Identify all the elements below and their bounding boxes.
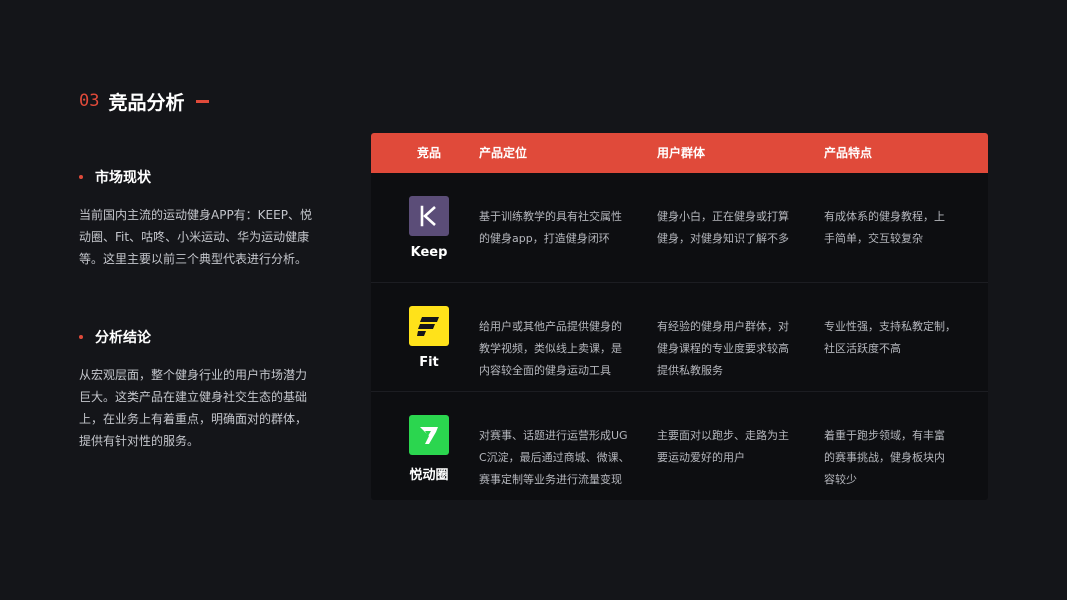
text-line: 动圈、Fit、咕咚、小米运动、华为运动健康 — [79, 230, 310, 244]
analysis-conclusion-text: 从宏观层面，整个健身行业的用户市场潜力 巨大。这类产品在建立健身社交生态的基础 … — [79, 364, 339, 452]
text-line: 从宏观层面，整个健身行业的用户市场潜力 — [79, 368, 308, 382]
column-header-positioning: 产品定位 — [479, 146, 528, 160]
brand-name: Keep — [410, 245, 448, 260]
cell-line: 教学视频，类似线上卖课，是 — [479, 342, 622, 355]
users-cell: 健身小白，正在健身或打算 健身，对健身知识了解不多 — [657, 206, 805, 250]
features-cell: 专业性强，支持私教定制， 社区活跃度不高 — [824, 316, 964, 360]
text-line: 当前国内主流的运动健身APP有：KEEP、悦 — [79, 208, 312, 222]
column-header-users: 用户群体 — [657, 146, 706, 160]
cell-line: 内容较全面的健身运动工具 — [479, 364, 611, 377]
positioning-cell: 基于训练教学的具有社交属性 的健身app，打造健身闭环 — [479, 206, 639, 250]
table-header: 竞品 产品定位 用户群体 产品特点 — [371, 133, 988, 173]
table-row: Keep 基于训练教学的具有社交属性 的健身app，打造健身闭环 健身小白，正在… — [371, 173, 988, 282]
slide: 03 竞品分析 市场现状 当前国内主流的运动健身APP有：KEEP、悦 动圈、F… — [0, 0, 1067, 600]
cell-line: 着重于跑步领域，有丰富 — [824, 429, 945, 442]
market-status-heading: 市场现状 — [79, 166, 339, 188]
positioning-cell: 给用户或其他产品提供健身的 教学视频，类似线上卖课，是 内容较全面的健身运动工具 — [479, 316, 639, 382]
brand-name: 悦动圈 — [409, 468, 449, 483]
positioning-cell: 对赛事、话题进行运营形成UG C沉淀，最后通过商城、微课、 赛事定制等业务进行流… — [479, 425, 639, 491]
users-cell: 主要面对以跑步、走路为主 要运动爱好的用户 — [657, 425, 805, 469]
text-line: 等。这里主要以前三个典型代表进行分析。 — [79, 252, 308, 266]
cell-line: 手简单，交互较复杂 — [824, 232, 923, 245]
cell-line: 赛事定制等业务进行流量变现 — [479, 473, 622, 486]
text-line: 巨大。这类产品在建立健身社交生态的基础 — [79, 390, 308, 404]
analysis-conclusion-title: 分析结论 — [95, 330, 151, 346]
cell-line: 给用户或其他产品提供健身的 — [479, 320, 622, 333]
cell-line: 有经验的健身用户群体，对 — [657, 320, 789, 333]
brand-cell: Keep — [407, 196, 451, 260]
cell-line: C沉淀，最后通过商城、微课、 — [479, 451, 630, 464]
cell-line: 健身小白，正在健身或打算 — [657, 210, 789, 223]
market-status-text: 当前国内主流的运动健身APP有：KEEP、悦 动圈、Fit、咕咚、小米运动、华为… — [79, 204, 339, 270]
cell-line: 要运动爱好的用户 — [657, 451, 745, 464]
section-number: 03 — [79, 91, 100, 111]
cell-line: 专业性强，支持私教定制， — [824, 320, 956, 333]
brand-name: Fit — [419, 355, 439, 370]
column-header-product: 竞品 — [417, 146, 442, 160]
users-cell: 有经验的健身用户群体，对 健身课程的专业度要求较高 提供私教服务 — [657, 316, 805, 382]
brand-cell: 悦动圈 — [407, 415, 451, 483]
cell-line: 的赛事挑战，健身板块内 — [824, 451, 945, 464]
column-header-features: 产品特点 — [824, 146, 873, 160]
cell-line: 健身，对健身知识了解不多 — [657, 232, 789, 245]
analysis-conclusion-heading: 分析结论 — [79, 326, 339, 348]
bullet-dot-icon — [79, 335, 83, 339]
bullet-dot-icon — [79, 175, 83, 179]
section-header: 03 竞品分析 — [79, 88, 209, 114]
brand-cell: Fit — [407, 306, 451, 370]
text-line: 上，在业务上有着重点，明确面对的群体， — [79, 412, 308, 426]
cell-line: 健身课程的专业度要求较高 — [657, 342, 789, 355]
title-accent-dash — [195, 99, 209, 103]
features-cell: 着重于跑步领域，有丰富 的赛事挑战，健身板块内 容较少 — [824, 425, 964, 491]
fit-logo-icon — [409, 306, 449, 346]
keep-logo-icon — [409, 196, 449, 236]
cell-line: 有成体系的健身教程，上 — [824, 210, 945, 223]
cell-line: 基于训练教学的具有社交属性 — [479, 210, 622, 223]
cell-line: 对赛事、话题进行运营形成UG — [479, 429, 628, 442]
competitor-table: 竞品 产品定位 用户群体 产品特点 Keep 基于训练教学的具有社交属性 的健身… — [371, 133, 988, 500]
cell-line: 容较少 — [824, 473, 857, 486]
section-title: 竞品分析 — [108, 91, 185, 114]
table-row: 悦动圈 对赛事、话题进行运营形成UG C沉淀，最后通过商城、微课、 赛事定制等业… — [371, 391, 988, 500]
analysis-conclusion-section: 分析结论 从宏观层面，整个健身行业的用户市场潜力 巨大。这类产品在建立健身社交生… — [79, 326, 339, 452]
features-cell: 有成体系的健身教程，上 手简单，交互较复杂 — [824, 206, 964, 250]
cell-line: 社区活跃度不高 — [824, 342, 901, 355]
cell-line: 的健身app，打造健身闭环 — [479, 232, 610, 245]
market-status-title: 市场现状 — [95, 170, 151, 186]
cell-line: 主要面对以跑步、走路为主 — [657, 429, 789, 442]
table-row: Fit 给用户或其他产品提供健身的 教学视频，类似线上卖课，是 内容较全面的健身… — [371, 282, 988, 391]
yuedongquan-logo-icon — [409, 415, 449, 455]
cell-line: 提供私教服务 — [657, 364, 723, 377]
text-line: 提供有针对性的服务。 — [79, 434, 200, 448]
market-status-section: 市场现状 当前国内主流的运动健身APP有：KEEP、悦 动圈、Fit、咕咚、小米… — [79, 166, 339, 270]
